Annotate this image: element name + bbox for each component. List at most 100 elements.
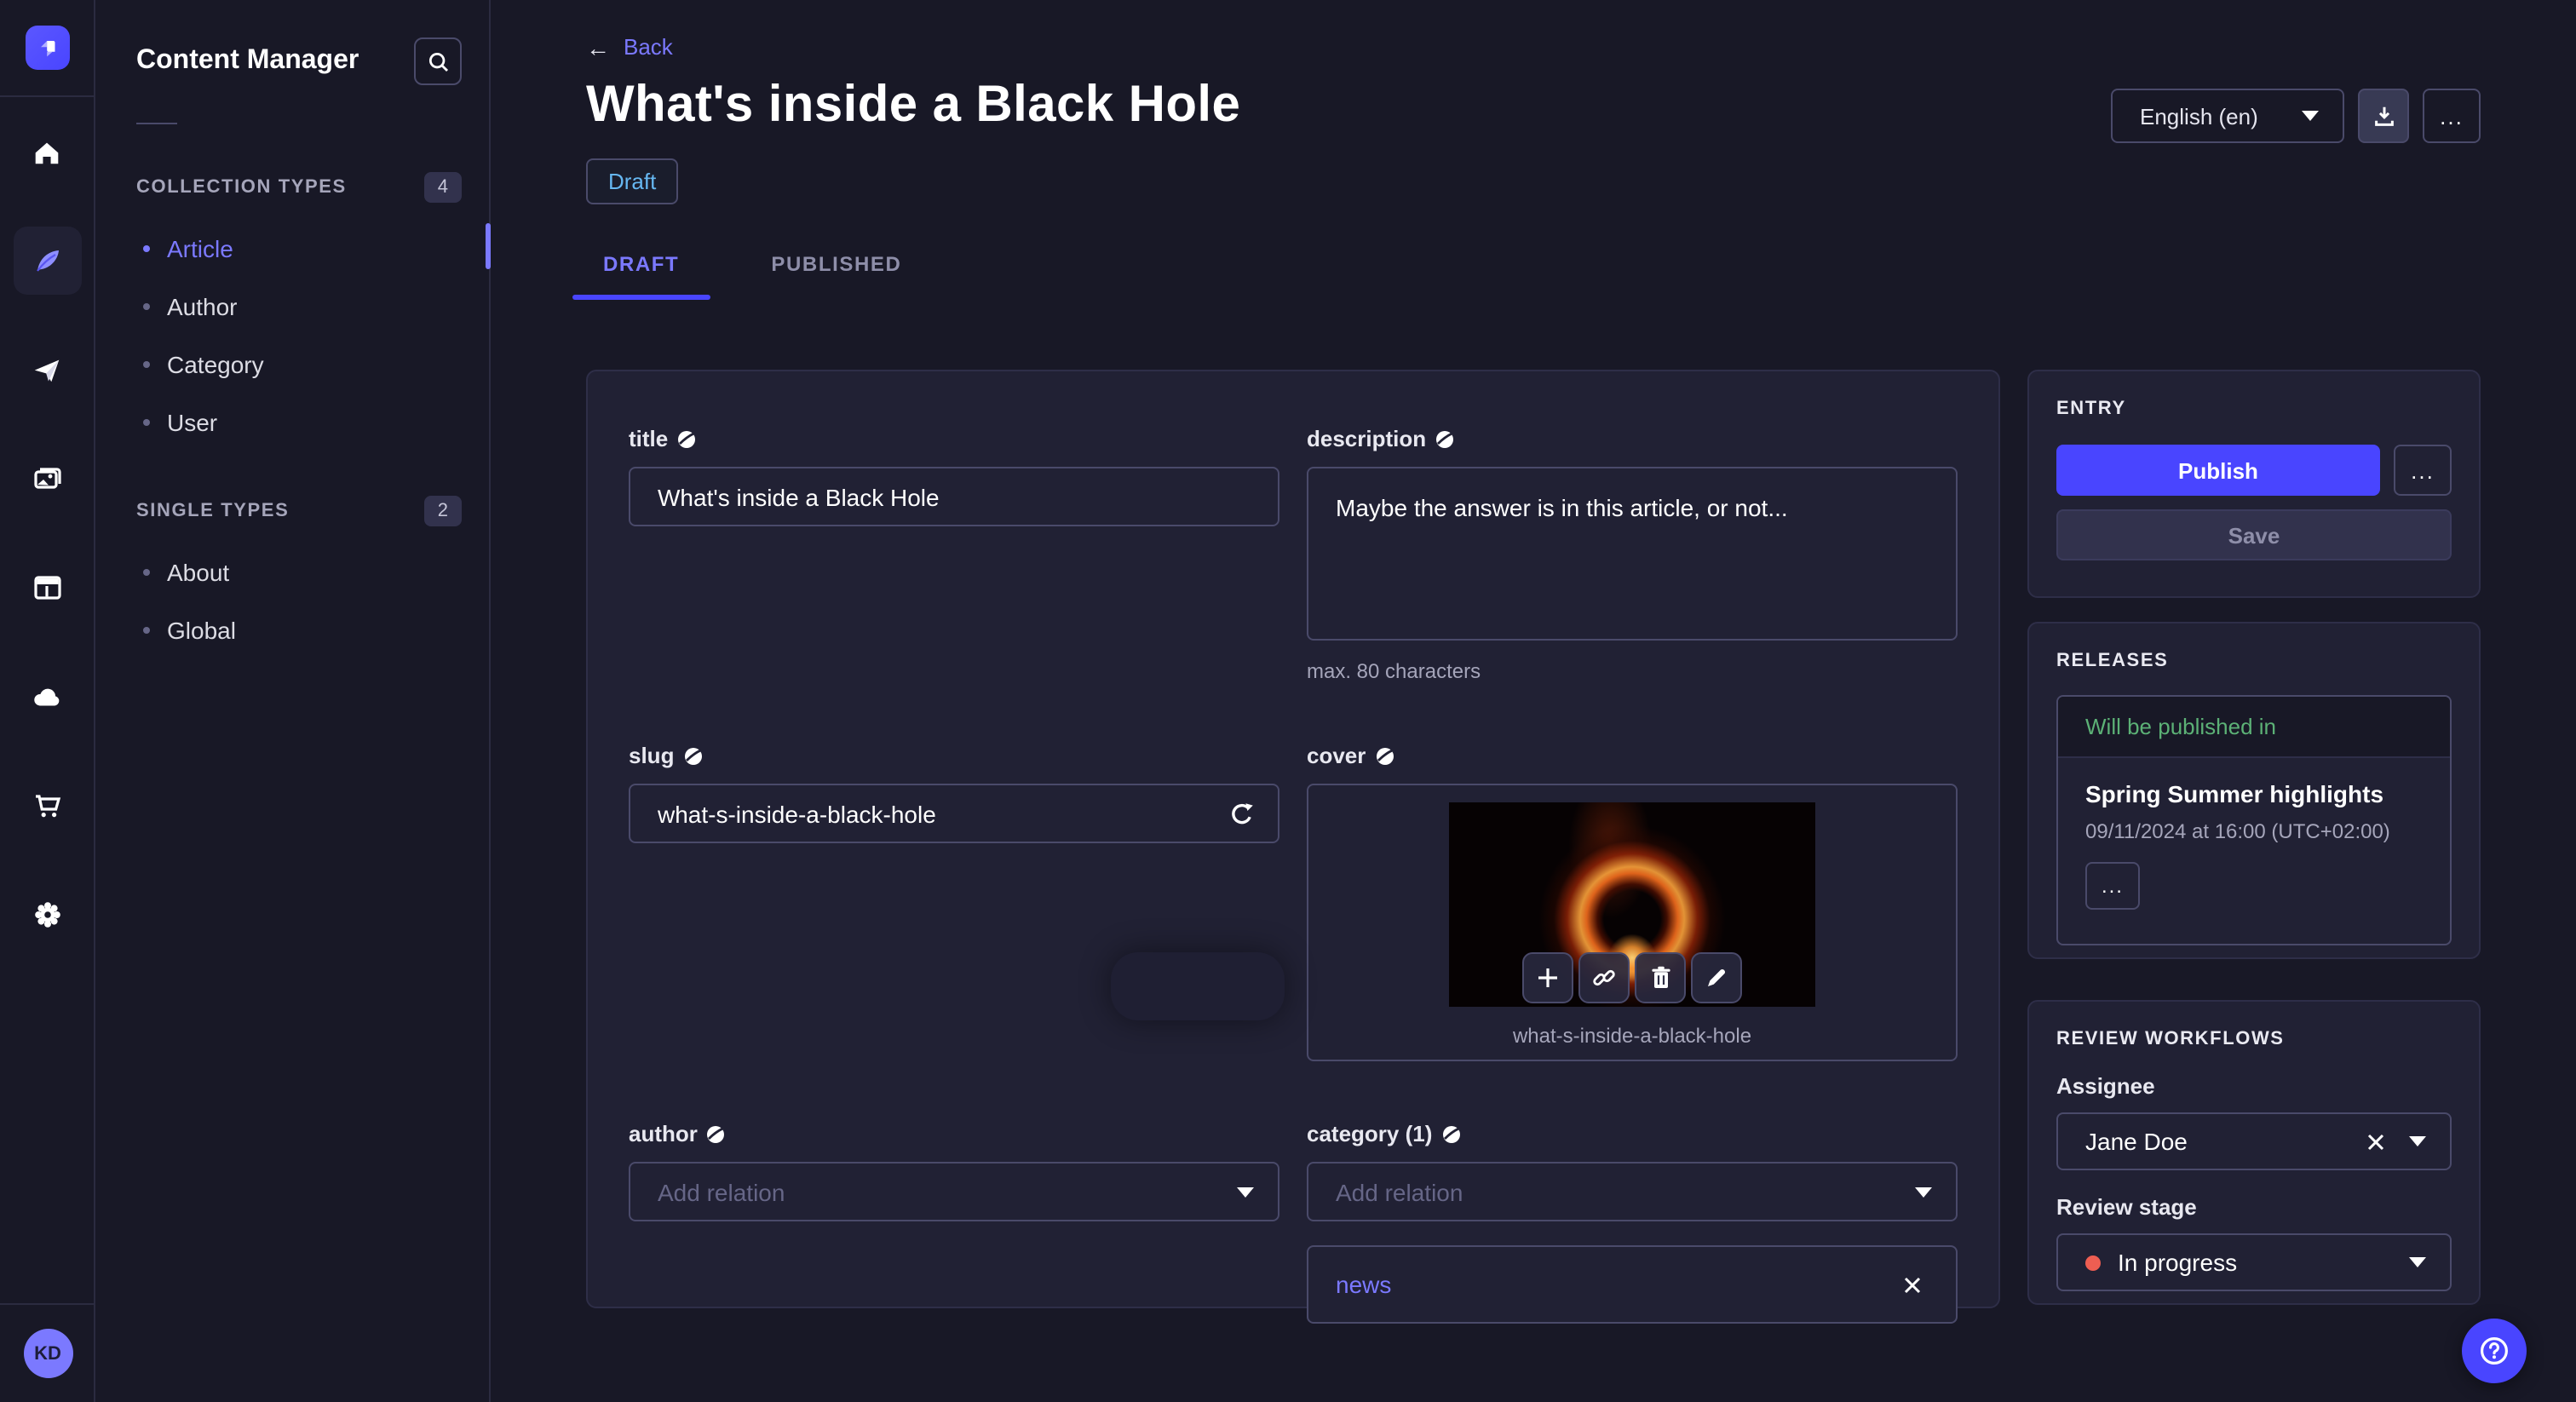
- description-hint: max. 80 characters: [1307, 659, 1481, 683]
- locale-value: English (en): [2140, 103, 2258, 129]
- chevron-down-icon: [1237, 1187, 1254, 1197]
- copy-link-button[interactable]: [1578, 952, 1630, 1003]
- media-library-nav-button[interactable]: [13, 445, 81, 513]
- review-stage-select[interactable]: In progress: [2056, 1233, 2452, 1291]
- review-stage-label: Review stage: [2056, 1194, 2197, 1220]
- sidebar-item-global[interactable]: Global: [136, 601, 462, 659]
- back-link[interactable]: Back: [624, 34, 673, 60]
- globe-icon: [676, 428, 697, 449]
- form-row-spacer: [629, 683, 1958, 729]
- publish-button[interactable]: Publish: [2056, 445, 2380, 496]
- bullet-icon: [143, 361, 150, 368]
- field-label-text: cover: [1307, 743, 1366, 768]
- chevron-down-icon: [1915, 1187, 1932, 1197]
- help-button[interactable]: [2462, 1319, 2527, 1383]
- cover-filename: what-s-inside-a-black-hole: [1512, 1024, 1752, 1048]
- stage-status-dot: [2085, 1255, 2101, 1270]
- pencil-icon: [1708, 968, 1726, 986]
- remove-relation-button[interactable]: [1896, 1275, 1929, 1294]
- locale-select[interactable]: English (en): [2111, 89, 2344, 143]
- assignee-select[interactable]: Jane Doe: [2056, 1112, 2452, 1170]
- collection-types-heading: COLLECTION TYPES: [136, 177, 347, 198]
- relation-link-news[interactable]: news: [1336, 1271, 1391, 1298]
- search-button[interactable]: [414, 37, 462, 85]
- marketplace-nav-button[interactable]: [13, 772, 81, 840]
- back-arrow-icon: ←: [586, 33, 610, 60]
- sidebar-item-label: Author: [167, 293, 238, 320]
- link-icon: [1593, 969, 1615, 986]
- bullet-icon: [143, 303, 150, 310]
- bullet-icon: [143, 569, 150, 576]
- sidebar-item-article[interactable]: Article: [136, 220, 462, 278]
- slug-label: slug: [629, 743, 1279, 768]
- globe-icon: [1374, 745, 1394, 766]
- globe-icon: [682, 745, 703, 766]
- main-content: ← Back What's inside a Black Hole Draft …: [491, 0, 2576, 1402]
- release-more-button[interactable]: ...: [2085, 862, 2140, 910]
- gear-icon: [34, 902, 60, 928]
- title-field: title: [629, 412, 1279, 683]
- add-media-button[interactable]: [1522, 952, 1573, 1003]
- single-types-heading: SINGLE TYPES: [136, 501, 290, 521]
- title-input[interactable]: [629, 467, 1279, 526]
- slug-input[interactable]: [629, 784, 1279, 843]
- app-window: KD Content Manager COLLECTION TYPES 4 Ar…: [0, 0, 2576, 1402]
- category-field: category (1) Add relation news: [1307, 1107, 1958, 1324]
- content-type-builder-nav-button[interactable]: [13, 554, 81, 622]
- shopping-cart-icon: [35, 795, 60, 818]
- deploy-nav-button[interactable]: [13, 663, 81, 731]
- release-name: Spring Summer highlights: [2085, 780, 2384, 807]
- user-avatar[interactable]: KD: [23, 1329, 72, 1378]
- sidebar-item-about[interactable]: About: [136, 543, 462, 601]
- rail-divider: [0, 95, 95, 97]
- releases-panel-title: RELEASES: [2056, 651, 2169, 671]
- entry-panel-title: ENTRY: [2056, 399, 2126, 419]
- home-nav-button[interactable]: [13, 118, 81, 186]
- right-panel-column: ENTRY Publish ... Save RELEASES Will be …: [2027, 370, 2481, 1308]
- author-field: author Add relation: [629, 1107, 1279, 1324]
- edit-media-button[interactable]: [1691, 952, 1742, 1003]
- close-icon: [1904, 1276, 1921, 1293]
- header-more-button[interactable]: ...: [2423, 89, 2481, 143]
- description-textarea[interactable]: [1307, 467, 1958, 641]
- category-relation-select[interactable]: Add relation: [1307, 1162, 1958, 1221]
- home-icon: [35, 141, 59, 164]
- settings-nav-button[interactable]: [13, 881, 81, 949]
- entry-more-button[interactable]: ...: [2394, 445, 2452, 496]
- sidebar-item-label: Article: [167, 235, 233, 262]
- sidebar-item-category[interactable]: Category: [136, 336, 462, 394]
- sidebar-item-label: About: [167, 559, 230, 586]
- releases-nav-button[interactable]: [13, 336, 81, 404]
- tab-published[interactable]: PUBLISHED: [754, 252, 918, 296]
- author-relation-select[interactable]: Add relation: [629, 1162, 1279, 1221]
- chevron-down-icon: [2302, 111, 2319, 121]
- regenerate-slug-button[interactable]: [1225, 797, 1259, 831]
- sidebar-item-label: User: [167, 409, 218, 436]
- globe-icon: [1435, 428, 1455, 449]
- sidebar-item-user[interactable]: User: [136, 394, 462, 451]
- tab-draft[interactable]: DRAFT: [572, 252, 710, 300]
- chevron-down-icon: [2409, 1257, 2426, 1267]
- collapsed-panel-peek: [1111, 952, 1285, 1020]
- category-relation-item: news: [1307, 1245, 1958, 1324]
- field-label-text: category (1): [1307, 1121, 1433, 1146]
- category-placeholder: Add relation: [1336, 1178, 1463, 1205]
- description-field: description max. 80 characters: [1307, 412, 1958, 683]
- main-nav-rail: KD: [0, 0, 95, 1402]
- sidebar-item-author[interactable]: Author: [136, 278, 462, 336]
- cover-media-card: what-s-inside-a-black-hole: [1307, 784, 1958, 1061]
- collection-types-count-badge: 4: [423, 172, 462, 203]
- bullet-icon: [143, 419, 150, 426]
- sidebar-item-label: Global: [167, 617, 236, 644]
- export-button[interactable]: [2358, 89, 2409, 143]
- strapi-logo[interactable]: [25, 26, 69, 70]
- save-button[interactable]: Save: [2056, 509, 2452, 560]
- delete-media-button[interactable]: [1635, 952, 1686, 1003]
- tab-bar: DRAFT PUBLISHED: [572, 252, 2481, 300]
- clear-assignee-button[interactable]: [2360, 1132, 2392, 1151]
- cover-field: cover what-s-inside-a-black-hole: [1307, 729, 1958, 1061]
- category-label: category (1): [1307, 1121, 1958, 1146]
- content-manager-nav-button[interactable]: [13, 227, 81, 295]
- search-icon: [428, 51, 448, 72]
- assignee-value: Jane Doe: [2085, 1128, 2188, 1155]
